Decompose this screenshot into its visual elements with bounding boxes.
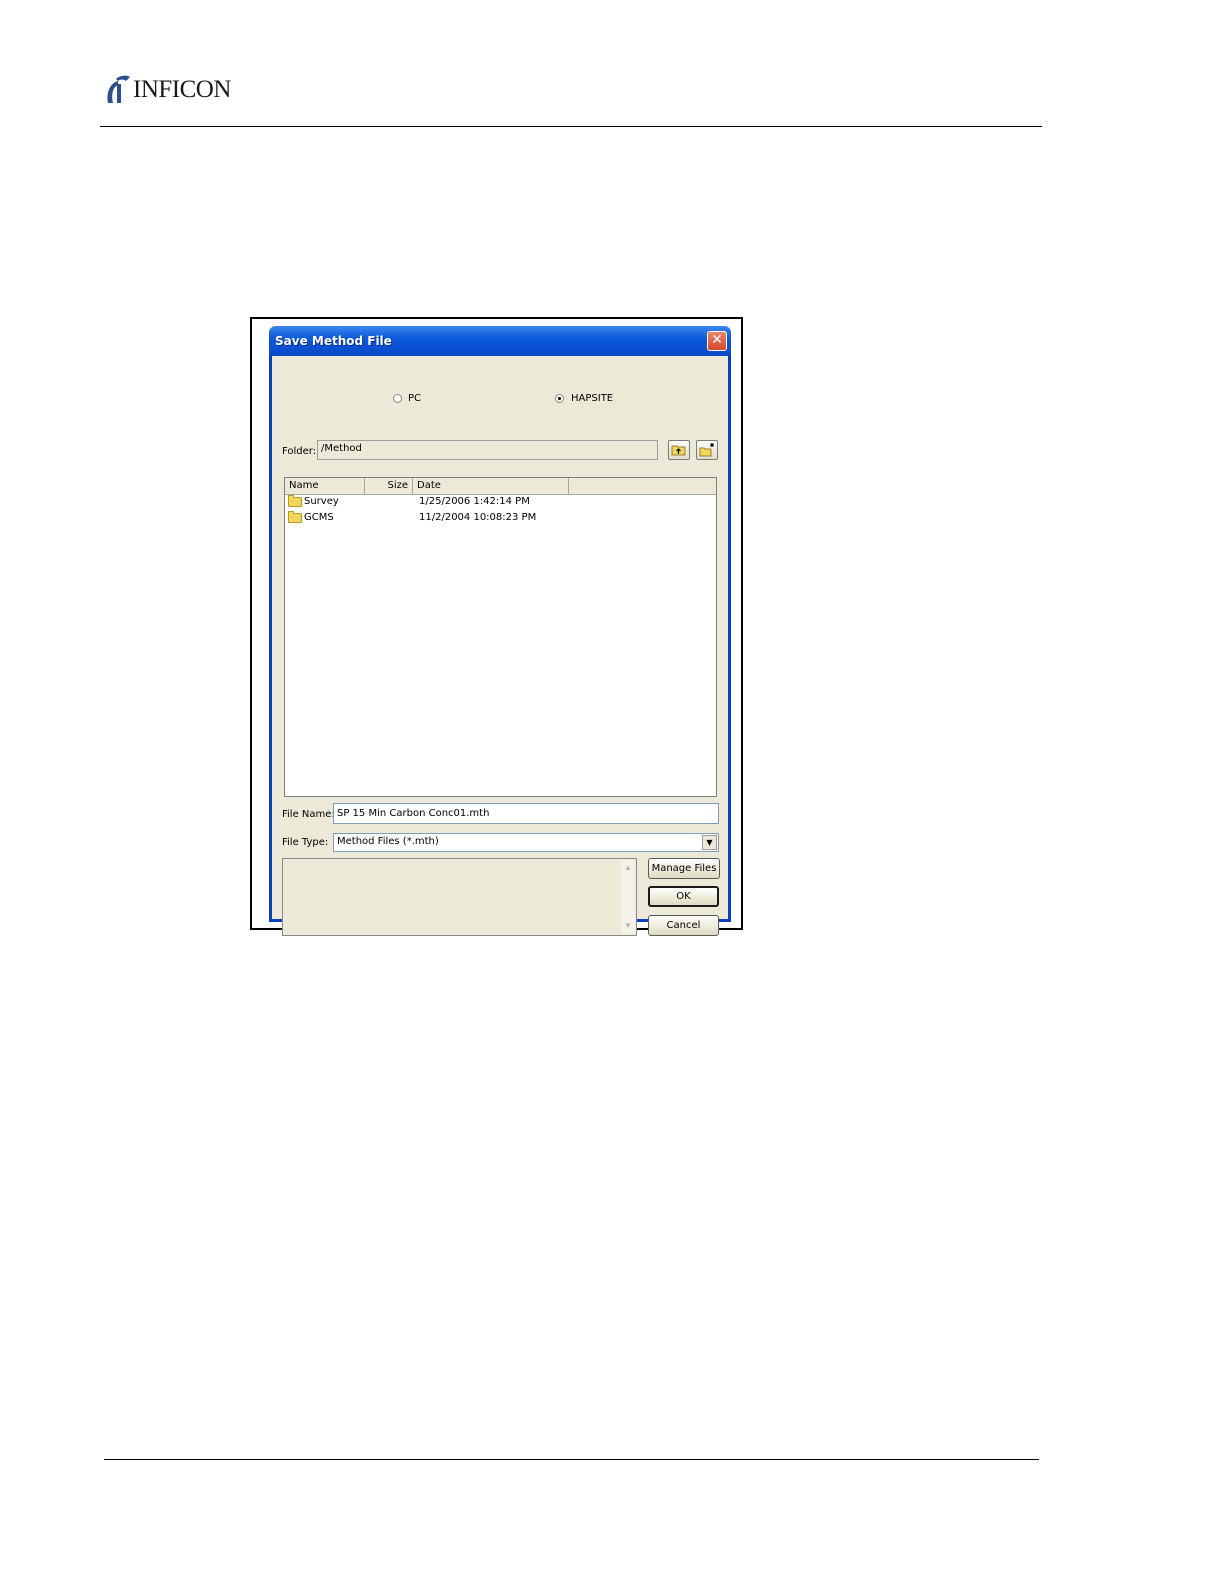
close-button[interactable]: ✕ [707, 331, 727, 351]
file-date-cell: 11/2/2004 10:08:23 PM [419, 512, 537, 523]
file-name-cell: GCMS [304, 512, 334, 523]
message-box-scrollbar[interactable]: ▲ ▼ [621, 860, 635, 934]
ok-button[interactable]: OK [648, 886, 719, 907]
inficon-logo: INFICON [104, 74, 231, 106]
column-header-size[interactable]: Size [365, 478, 413, 494]
folder-label: Folder: [282, 446, 317, 457]
file-type-select[interactable]: Method Files (*.mth) ▼ [333, 833, 719, 852]
close-icon: ✕ [711, 332, 723, 348]
dialog-body: PC HAPSITE Folder: /Method Name Size Dat… [272, 356, 728, 936]
folder-up-button[interactable] [668, 440, 690, 460]
pc-radio[interactable] [393, 394, 402, 403]
footer-rule [104, 1459, 1039, 1460]
file-name-label: File Name: [282, 809, 335, 820]
chevron-down-icon: ▼ [706, 838, 713, 847]
inficon-logo-mark [104, 75, 130, 105]
file-type-label: File Type: [282, 837, 329, 848]
new-folder-button[interactable] [696, 440, 718, 460]
dialog-titlebar[interactable]: Save Method File ✕ [269, 326, 731, 356]
header-rule [100, 126, 1042, 127]
folder-icon [288, 495, 302, 507]
hapsite-radio-label[interactable]: HAPSITE [571, 393, 613, 404]
file-date-cell: 1/25/2006 1:42:14 PM [419, 496, 530, 507]
manage-files-button[interactable]: Manage Files [648, 858, 720, 879]
folder-icon [288, 511, 302, 523]
cancel-button[interactable]: Cancel [648, 915, 719, 936]
logo-text: INFICON [133, 76, 231, 103]
column-header-name[interactable]: Name [285, 478, 365, 494]
file-name-cell: Survey [304, 496, 339, 507]
file-row-gcms[interactable]: GCMS 11/2/2004 10:08:23 PM [285, 510, 716, 526]
folder-value: /Method [321, 443, 362, 454]
scroll-down-icon[interactable]: ▼ [621, 919, 635, 933]
new-folder-icon [699, 443, 714, 457]
file-list-header: Name Size Date [285, 478, 716, 495]
file-list[interactable]: Name Size Date Survey 1/25/2006 1:42:14 … [284, 477, 717, 797]
scroll-up-icon[interactable]: ▲ [621, 861, 635, 875]
folder-up-icon [671, 445, 686, 456]
file-row-survey[interactable]: Survey 1/25/2006 1:42:14 PM [285, 494, 716, 510]
folder-field: /Method [317, 440, 658, 460]
hapsite-radio[interactable] [555, 394, 564, 403]
file-type-value: Method Files (*.mth) [337, 836, 439, 847]
dialog-title: Save Method File [275, 334, 392, 348]
file-type-dropdown-button[interactable]: ▼ [702, 835, 717, 850]
pc-radio-label[interactable]: PC [408, 393, 421, 404]
column-header-date[interactable]: Date [413, 478, 569, 494]
save-method-file-dialog: Save Method File ✕ PC HAPSITE Folder: /M… [269, 326, 731, 936]
message-box: ▲ ▼ [282, 858, 637, 936]
file-name-input[interactable] [333, 803, 719, 824]
